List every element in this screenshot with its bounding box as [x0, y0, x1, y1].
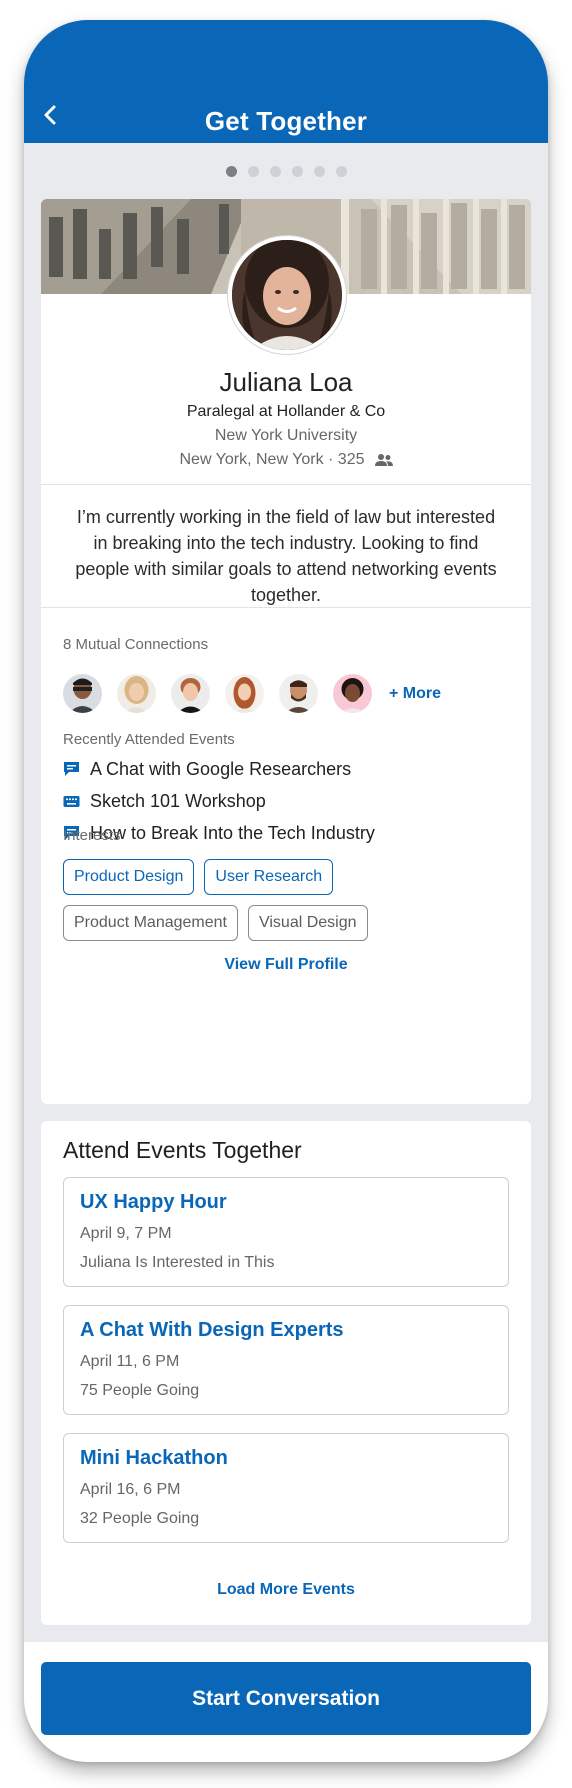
events-section-title: Attend Events Together [63, 1137, 302, 1163]
connection-avatar[interactable] [333, 674, 372, 713]
interests-label: Interests [63, 827, 121, 844]
event-title: Mini Hackathon [80, 1447, 228, 1469]
interest-chip[interactable]: Product Design [63, 859, 195, 895]
profile-location-row: New York, New York · 325 [41, 451, 531, 469]
app-header: Get Together [24, 20, 548, 143]
page-title: Get Together [204, 106, 368, 136]
event-card[interactable]: Mini Hackathon April 16, 6 PM 32 People … [63, 1433, 509, 1543]
recent-event-label: Sketch 101 Workshop [90, 790, 266, 811]
profile-headline: Paralegal at Hollander & Co [186, 403, 386, 420]
event-title: A Chat With Design Experts [80, 1319, 344, 1341]
profile-bio: I’m currently working in the field of la… [75, 507, 497, 605]
mutual-connections-row: + More [63, 674, 441, 713]
connection-avatar[interactable] [117, 674, 156, 713]
people-icon [374, 454, 393, 466]
page-dot[interactable] [335, 166, 347, 177]
avatar-image [232, 240, 342, 350]
connection-avatar[interactable] [63, 674, 102, 713]
page-dot[interactable] [313, 166, 325, 177]
divider [41, 607, 531, 608]
interest-chip[interactable]: Visual Design [247, 905, 368, 941]
page-dot[interactable] [247, 166, 259, 177]
event-date: April 11, 6 PM [80, 1353, 180, 1370]
more-connections-link[interactable]: + More [389, 685, 441, 703]
divider [41, 484, 531, 485]
event-status: 32 People Going [80, 1510, 200, 1527]
recent-event-item[interactable]: Sketch 101 Workshop [63, 785, 375, 817]
profile-name: Juliana Loa [219, 367, 353, 397]
event-date: April 9, 7 PM [80, 1225, 172, 1242]
start-conversation-button[interactable]: Start Conversation [41, 1662, 531, 1735]
event-status: Juliana Is Interested in This [80, 1254, 275, 1271]
profile-avatar[interactable] [228, 236, 346, 354]
connection-avatar[interactable] [225, 674, 264, 713]
chat-icon [63, 761, 80, 778]
events-card: Attend Events Together UX Happy Hour Apr… [41, 1121, 531, 1625]
profile-card: Juliana Loa Paralegal at Hollander & Co … [41, 199, 531, 1104]
mutual-connections-label: 8 Mutual Connections [63, 636, 209, 653]
recent-events-label: Recently Attended Events [63, 731, 235, 748]
recent-event-item[interactable]: A Chat with Google Researchers [63, 753, 375, 785]
interest-chip[interactable]: User Research [204, 859, 334, 895]
connection-avatar[interactable] [279, 674, 318, 713]
profile-location: New York, New York · 325 [179, 451, 365, 468]
page-dot-active[interactable] [225, 166, 237, 177]
event-card[interactable]: UX Happy Hour April 9, 7 PM Juliana Is I… [63, 1177, 509, 1287]
interests-chips: Product Design User Research Product Man… [63, 859, 513, 951]
bottom-action-bar: Start Conversation [24, 1642, 548, 1762]
keyboard-icon [63, 793, 80, 810]
profile-school: New York University [214, 427, 358, 444]
event-card[interactable]: A Chat With Design Experts April 11, 6 P… [63, 1305, 509, 1415]
interest-chip[interactable]: Product Management [63, 905, 238, 941]
page-dot[interactable] [269, 166, 281, 177]
event-status: 75 People Going [80, 1382, 200, 1399]
recent-event-label: A Chat with Google Researchers [90, 758, 352, 779]
connection-avatar[interactable] [171, 674, 210, 713]
event-title: UX Happy Hour [80, 1191, 227, 1213]
recent-event-label: How to Break Into the Tech Industry [90, 822, 375, 843]
view-full-profile-link[interactable]: View Full Profile [41, 956, 531, 974]
page-indicator [24, 166, 548, 177]
phone-frame: Get Together Juliana Loa Paralegal at Ho… [24, 20, 548, 1762]
load-more-events-link[interactable]: Load More Events [41, 1581, 531, 1599]
page-dot[interactable] [291, 166, 303, 177]
event-date: April 16, 6 PM [80, 1481, 181, 1498]
